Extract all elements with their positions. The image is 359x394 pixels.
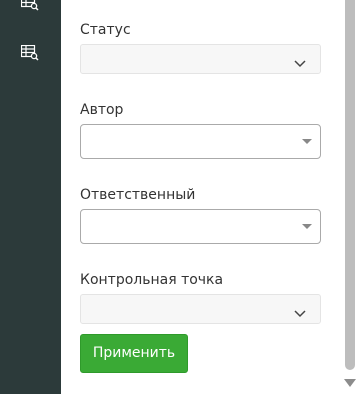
author-select[interactable]	[80, 124, 321, 159]
apply-button[interactable]: Применить	[80, 334, 188, 373]
milestone-label: Контрольная точка	[80, 272, 224, 288]
scrollbar-thumb[interactable]	[345, 0, 355, 370]
author-label: Автор	[80, 102, 124, 118]
chevron-down-icon	[294, 54, 306, 68]
status-select[interactable]	[80, 44, 321, 74]
caret-down-icon	[302, 224, 312, 229]
responsible-select[interactable]	[80, 209, 321, 244]
sidebar	[0, 0, 61, 394]
filter-panel-page: Статус Автор Ответственный Контрольная т…	[0, 0, 359, 394]
responsible-label: Ответственный	[80, 187, 196, 203]
caret-down-icon	[302, 139, 312, 144]
status-label: Статус	[80, 22, 131, 38]
chevron-down-icon	[294, 304, 306, 318]
table-search-icon[interactable]	[21, 45, 39, 61]
scrollbar[interactable]	[343, 0, 359, 394]
milestone-select[interactable]	[80, 294, 321, 324]
table-search-icon[interactable]	[21, 0, 39, 11]
scroll-down-arrow-icon[interactable]	[344, 379, 356, 387]
